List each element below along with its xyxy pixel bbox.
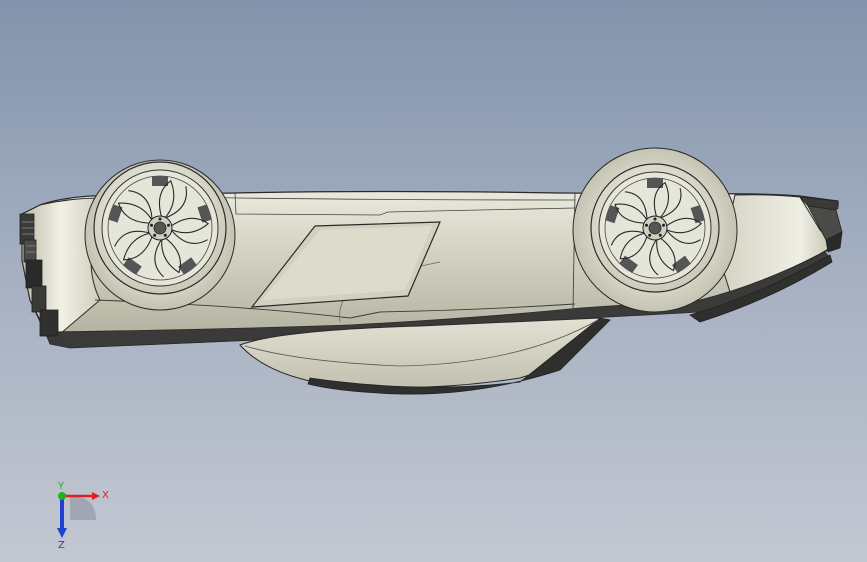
coordinate-triad: X Y Z [57, 481, 109, 550]
x-axis-arrow [92, 492, 100, 500]
rear-wheel [590, 163, 720, 293]
front-wheel [93, 161, 227, 295]
car-model-3d-view[interactable] [0, 0, 867, 562]
x-axis-label: X [102, 490, 109, 501]
graphics-viewport[interactable]: X Y Z [0, 0, 867, 562]
y-axis-dot [58, 492, 66, 500]
y-axis-label: Y [57, 481, 65, 492]
z-axis-label: Z [58, 540, 65, 550]
z-axis-arrow [57, 528, 67, 538]
